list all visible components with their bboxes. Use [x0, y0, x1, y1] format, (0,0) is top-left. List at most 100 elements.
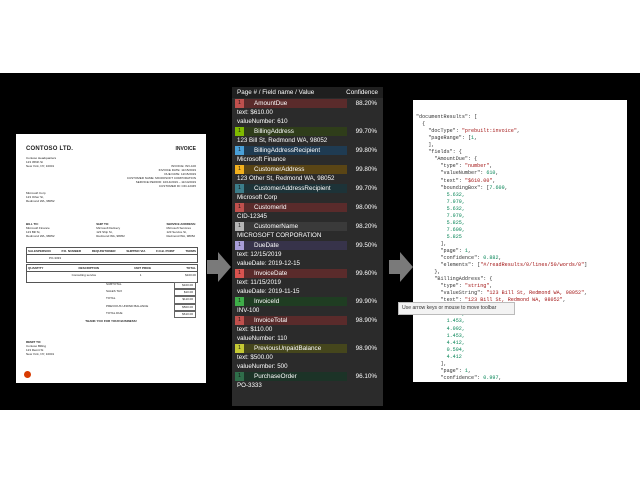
json-line: "fields": { [413, 149, 627, 156]
field-row[interactable]: 1 CustomerAddressRecipient 99.70% [235, 184, 380, 193]
json-line: 1.453, [413, 333, 627, 340]
toolbar-tooltip: Use arrow keys or mouse to move toolbar [398, 302, 515, 315]
bill-to: BILL TO: Microsoft Finance 123 Bill St, … [26, 222, 55, 238]
table-row: Consulting service 1 $100.00 [27, 272, 197, 282]
ship-to: SHIP TO: Microsoft Delivery 123 Ship St,… [96, 222, 125, 238]
json-line: 5.632, [413, 206, 627, 213]
field-value: valueDate: 2019-12-15 [237, 260, 300, 267]
json-token: "valueNumber": [416, 170, 487, 177]
field-row[interactable]: 1 PurchaseOrder 96.10% [235, 372, 380, 381]
address-line: Redmond WA, 98052 [166, 234, 196, 238]
json-line: 4.412 [413, 354, 627, 361]
json-lines: "documentResults": [ { "docType": "prebu… [413, 114, 627, 382]
json-line: }, [413, 269, 627, 276]
json-token: 7.609 [489, 184, 505, 191]
field-row[interactable]: 1 CustomerId 98.00% [235, 203, 380, 212]
column-header-field: Page # / Field name / Value [237, 89, 315, 96]
field-name: InvoiceId [244, 297, 347, 306]
field-value: valueDate: 2019-11-15 [237, 288, 300, 295]
json-line: "docType": "prebuilt:invoice", [413, 128, 627, 135]
field-row[interactable]: 1 InvoiceId 99.90% [235, 297, 380, 306]
field-confidence: 99.90% [355, 298, 377, 305]
service-address: SERVICE ADDRESS: Microsoft Services 123 … [166, 222, 196, 238]
json-token: 0.997 [483, 374, 499, 381]
field-confidence: 99.70% [355, 185, 377, 192]
thank-you-note: THANK YOU FOR YOUR BUSINESS! [85, 319, 137, 323]
field-name: InvoiceDate [244, 269, 347, 278]
json-token: , [474, 135, 478, 142]
json-line: "valueString": "123 Bill St, Redmond WA,… [413, 290, 627, 297]
json-line: 5.825, [413, 220, 627, 227]
json-token: , [504, 184, 508, 191]
json-token: "BillingAddress": { [416, 276, 493, 283]
json-token: , [467, 247, 472, 254]
field-name: CustomerId [244, 203, 347, 212]
field-value: text: 11/15/2019 [237, 279, 281, 286]
field-name: BillingAddressRecipient [244, 146, 347, 155]
field-row[interactable]: 1 AmountDue 88.20% [235, 99, 380, 108]
field-row[interactable]: 1 PreviousUnpaidBalance 98.90% [235, 344, 380, 353]
field-row[interactable]: 1 DueDate 99.50% [235, 241, 380, 250]
arrow-right-icon [207, 252, 231, 282]
table-header: SALESPERSON [28, 249, 51, 253]
field-confidence: 99.70% [355, 128, 377, 135]
json-line: "type": "string", [413, 283, 627, 290]
table-header: P.O. NUMBER [61, 249, 82, 253]
field-value: CID-12345 [237, 213, 267, 220]
field-row[interactable]: 1 BillingAddressRecipient 99.80% [235, 146, 380, 155]
json-token: "string" [464, 283, 490, 290]
json-token: "$610.00" [464, 177, 493, 184]
invoice-meta: INVOICE: INV-100 INVOICE DATE: 11/15/201… [127, 164, 196, 188]
table-header: SHIPPED VIA [126, 249, 146, 253]
json-line: "confidence": 0.882, [413, 255, 627, 262]
json-line: 7.609, [413, 227, 627, 234]
page-number-badge: 1 [235, 203, 244, 212]
total-label: SUBTOTAL [106, 282, 122, 286]
fields-panel: Page # / Field name / Value Confidence 1… [232, 87, 383, 406]
field-confidence: 88.20% [355, 100, 377, 107]
json-token: "documentResults": [ [416, 114, 478, 121]
page-number-badge: 1 [235, 184, 244, 193]
field-row[interactable]: 1 CustomerName 98.20% [235, 222, 380, 231]
json-line: "valueNumber": 610, [413, 170, 627, 177]
json-token: 5.825, [416, 219, 465, 226]
company-name: CONTOSO LTD. [26, 146, 74, 152]
remit-to: REMIT TO: Contoso Billing 123 Remit St N… [26, 340, 54, 356]
json-line: { [413, 121, 627, 128]
total-value: $10.00 [174, 289, 196, 297]
company-address: Contoso Headquarters 123 456th St New Yo… [26, 156, 56, 168]
field-confidence: 96.10% [355, 373, 377, 380]
json-token: ] [584, 262, 588, 269]
json-token: }, [416, 269, 441, 276]
total-value: $610.00 [174, 310, 196, 319]
json-line: "boundingBox": [7.609, [413, 185, 627, 192]
table-cell: $100.00 [185, 273, 196, 277]
field-row[interactable]: 1 CustomerAddress 99.80% [235, 165, 380, 174]
table-header: F.O.B. POINT [156, 249, 175, 253]
json-line: "pageRange": [1, [413, 135, 627, 142]
field-name: PreviousUnpaidBalance [244, 344, 347, 353]
json-line: "AmountDue": { [413, 156, 627, 163]
json-token: "AmountDue": { [416, 156, 478, 163]
json-token: 5.632, [416, 205, 465, 212]
field-row[interactable]: 1 InvoiceDate 99.60% [235, 269, 380, 278]
json-token: "confidence": [416, 374, 484, 381]
json-token: 4.412, [416, 339, 465, 346]
field-confidence: 98.20% [355, 223, 377, 230]
json-line: 4.092, [413, 326, 627, 333]
record-indicator-icon[interactable] [23, 370, 32, 379]
field-row[interactable]: 1 InvoiceTotal 98.90% [235, 316, 380, 325]
table-header: TOTAL [186, 266, 196, 270]
json-token: 1.453, [416, 318, 465, 325]
json-token: , [584, 290, 588, 297]
field-row[interactable]: 1 BillingAddress 99.70% [235, 127, 380, 136]
json-line: "page": 1, [413, 368, 627, 375]
json-token: , [467, 367, 472, 374]
field-value: valueNumber: 610 [237, 118, 288, 125]
json-token: 4.412 [416, 353, 462, 360]
field-value: PO-3333 [237, 382, 262, 389]
page-number-badge: 1 [235, 297, 244, 306]
json-line: "confidence": 0.997, [413, 375, 627, 382]
json-token: 0.594, [416, 346, 465, 353]
order-table: SALESPERSON P.O. NUMBER REQUISITIONER SH… [26, 247, 198, 263]
